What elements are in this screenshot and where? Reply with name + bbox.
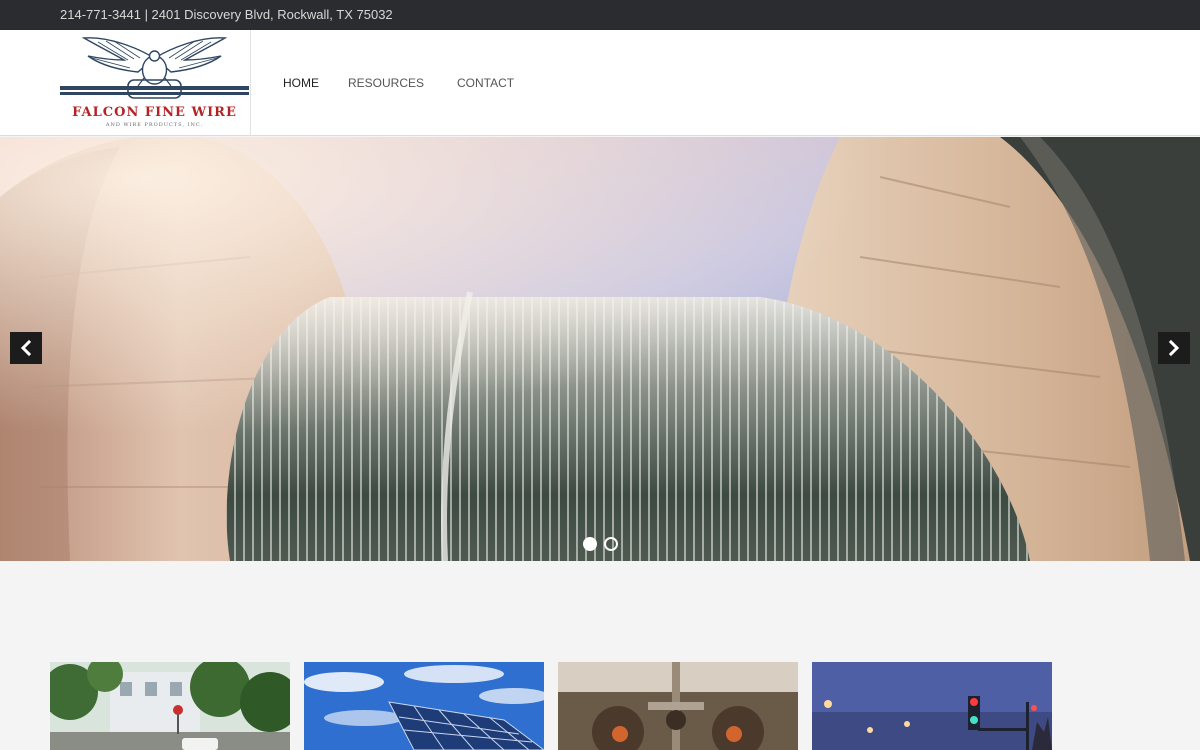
chevron-right-icon (1168, 339, 1180, 357)
falcon-emblem-icon (60, 37, 249, 99)
wire-spool-image (0, 137, 1200, 561)
site-logo[interactable]: FALCON FINE WIRE AND WIRE PRODUCTS, INC. (58, 30, 251, 136)
traffic-lights-image (812, 662, 1052, 750)
nav-contact[interactable]: CONTACT (457, 76, 514, 90)
slider-dot-2[interactable] (604, 537, 618, 551)
street-palm-image (50, 662, 290, 750)
top-contact-bar: 214-771-3441 | 2401 Discovery Blvd, Rock… (0, 0, 1200, 30)
slider-dot-1[interactable] (583, 537, 597, 551)
nav-resources[interactable]: RESOURCES (348, 76, 424, 90)
chevron-left-icon (20, 339, 32, 357)
thumbnail-street[interactable] (50, 662, 290, 750)
nav-home[interactable]: HOME (283, 76, 319, 90)
slider-next-button[interactable] (1158, 332, 1190, 364)
thumbnail-solar[interactable] (304, 662, 544, 750)
contact-info: 214-771-3441 | 2401 Discovery Blvd, Rock… (60, 7, 393, 22)
content-section (0, 561, 1200, 750)
wire-machinery-image (558, 662, 798, 750)
site-header: FALCON FINE WIRE AND WIRE PRODUCTS, INC.… (0, 30, 1200, 136)
slider-prev-button[interactable] (10, 332, 42, 364)
logo-subtitle: AND WIRE PRODUCTS, INC. (105, 122, 204, 128)
thumbnail-machinery[interactable] (558, 662, 798, 750)
hero-slider (0, 137, 1200, 561)
solar-panel-image (304, 662, 544, 750)
logo-company-name: FALCON FINE WIRE (72, 105, 237, 120)
thumbnail-traffic[interactable] (812, 662, 1052, 750)
